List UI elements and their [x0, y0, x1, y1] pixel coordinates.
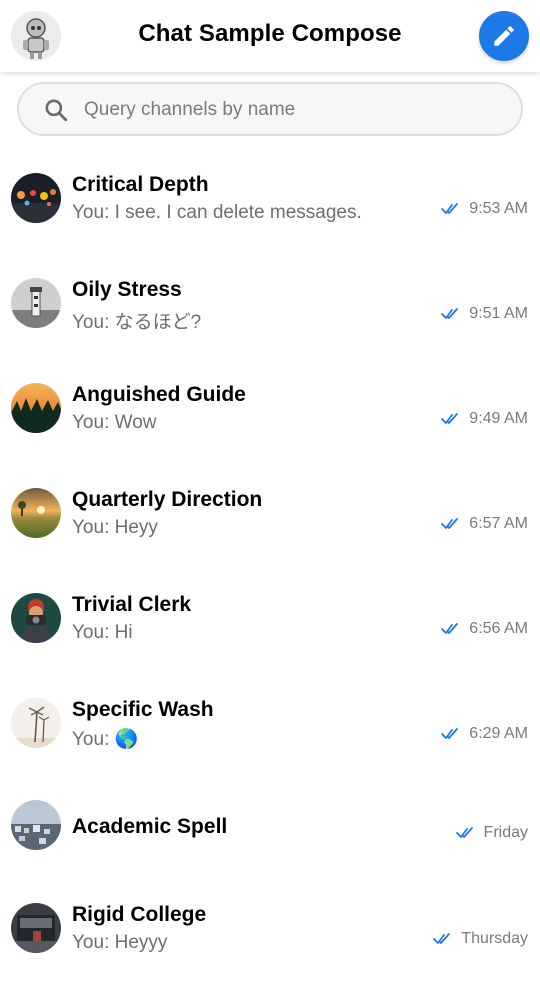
timestamp-group: 9:51 AM [441, 305, 528, 323]
last-message-preview: You: 🌎 [72, 729, 139, 750]
timestamp-group: 9:49 AM [441, 410, 528, 428]
channel-row[interactable]: Oily Stress You: なるほど? 9:51 AM [0, 250, 540, 355]
channel-avatar [11, 383, 61, 433]
timestamp: 9:53 AM [469, 200, 528, 217]
channel-avatar [11, 593, 61, 643]
timestamp-group: 6:29 AM [441, 725, 528, 743]
channel-avatar [11, 488, 61, 538]
channel-avatar [11, 903, 61, 953]
double-check-icon [441, 413, 459, 424]
channel-name: Academic Spell [72, 815, 228, 838]
channel-row[interactable]: Quarterly Direction You: Heyy 6:57 AM [0, 460, 540, 565]
channel-row[interactable]: Specific Wash You: 🌎 6:29 AM [0, 670, 540, 775]
last-message-preview: You: Hi [72, 622, 133, 643]
timestamp: 6:57 AM [469, 515, 528, 532]
search-input[interactable] [82, 94, 506, 126]
app-bar: Chat Sample Compose [0, 0, 540, 72]
timestamp-group: 6:57 AM [441, 515, 528, 533]
double-check-icon [441, 623, 459, 634]
timestamp: Thursday [461, 930, 528, 947]
channel-name: Specific Wash [72, 698, 214, 721]
timestamp: 6:56 AM [469, 620, 528, 637]
last-message-preview: You: なるほど? [72, 312, 202, 333]
page-title: Chat Sample Compose [138, 20, 402, 47]
double-check-icon [441, 728, 459, 739]
timestamp-group: 9:53 AM [441, 200, 528, 218]
timestamp: 6:29 AM [469, 725, 528, 742]
channel-row[interactable]: Trivial Clerk You: Hi 6:56 AM [0, 565, 540, 670]
last-message-preview: You: I see. I can delete messages. [72, 202, 362, 223]
channel-row[interactable]: Anguished Guide You: Wow 9:49 AM [0, 355, 540, 460]
channel-row[interactable]: Critical Depth You: I see. I can delete … [0, 145, 540, 250]
channel-name: Critical Depth [72, 173, 209, 196]
timestamp-group: Friday [455, 824, 528, 842]
double-check-icon [441, 518, 459, 529]
search-icon [45, 99, 68, 122]
channel-avatar [11, 173, 61, 223]
channel-row[interactable]: Academic Spell Friday [0, 775, 540, 880]
last-message-preview: You: Heyyy [72, 932, 168, 953]
last-message-preview: You: Wow [72, 412, 157, 433]
double-check-icon [441, 203, 459, 214]
last-message-preview: You: Heyy [72, 517, 158, 538]
channel-name: Oily Stress [72, 278, 182, 301]
channel-row[interactable]: Rigid College You: Heyyy Thursday [0, 875, 540, 980]
channel-name: Trivial Clerk [72, 593, 192, 616]
double-check-icon [455, 827, 473, 838]
timestamp-group: 6:56 AM [441, 620, 528, 638]
timestamp: Friday [483, 824, 528, 841]
double-check-icon [433, 933, 451, 944]
channel-avatar [11, 698, 61, 748]
channel-avatar [11, 800, 61, 850]
timestamp: 9:49 AM [469, 410, 528, 427]
compose-button[interactable] [479, 11, 529, 61]
search-bar[interactable] [17, 82, 523, 136]
timestamp: 9:51 AM [469, 305, 528, 322]
channel-avatar [11, 278, 61, 328]
pencil-icon [494, 26, 514, 46]
channel-name: Anguished Guide [72, 383, 246, 406]
timestamp-group: Thursday [433, 930, 528, 948]
channel-name: Quarterly Direction [72, 488, 263, 511]
double-check-icon [441, 308, 459, 319]
channel-name: Rigid College [72, 903, 207, 926]
